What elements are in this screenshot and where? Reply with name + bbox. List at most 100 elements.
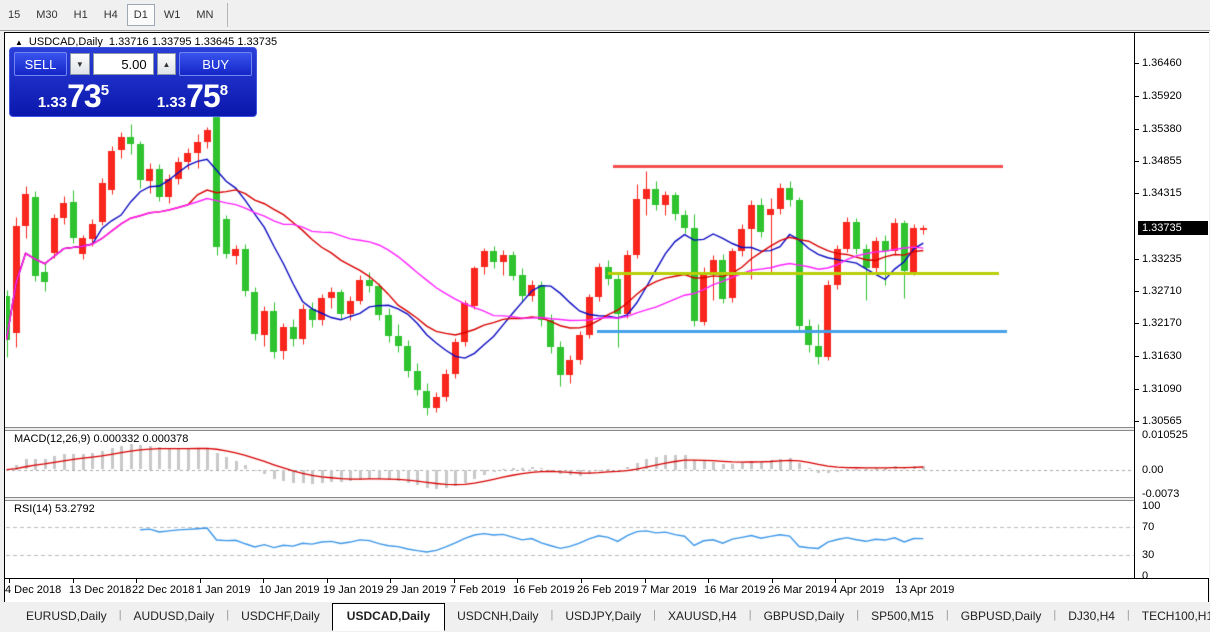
price-axis-tick	[1135, 96, 1139, 97]
rsi-indicator-label: RSI(14) 53.2792	[14, 503, 95, 515]
price-axis-tick	[1135, 291, 1139, 292]
price-axis-tick	[1135, 421, 1139, 422]
price-axis-label: 1.35920	[1142, 90, 1182, 102]
date-axis-tick	[136, 579, 137, 583]
price-axis-label: 1.35380	[1142, 123, 1182, 135]
chart-tab-tech100-h1[interactable]: TECH100,H1	[1130, 605, 1210, 628]
chart-tab-eurusd-daily[interactable]: EURUSD,Daily	[14, 605, 119, 628]
price-axis-label: 1.31630	[1142, 350, 1182, 362]
price-axis-tick	[1135, 259, 1139, 260]
timeframe-button-15[interactable]: 15	[1, 4, 27, 26]
toolbar-divider	[227, 3, 228, 27]
buy-price-display[interactable]: 1.33 75 8	[133, 77, 252, 115]
date-axis[interactable]: 4 Dec 2018 13 Dec 201822 Dec 20181 Jan 20…	[5, 579, 1208, 602]
price-axis-label: 1.34855	[1142, 155, 1182, 167]
chart-tab-gbpusd-daily[interactable]: GBPUSD,Daily	[752, 605, 857, 628]
chart-tab-bar: EURUSD,Daily|AUDUSD,Daily|USDCHF,DailyUS…	[0, 603, 1210, 632]
timeframe-button-m30[interactable]: M30	[29, 4, 64, 26]
chart-tab-usdcnh-daily[interactable]: USDCNH,Daily	[445, 605, 550, 628]
price-axis[interactable]: 1.364601.359201.353801.348551.343151.332…	[1135, 33, 1209, 578]
sell-button[interactable]: SELL	[14, 52, 67, 76]
price-axis-tick	[1135, 129, 1139, 130]
timeframe-buttons: 15M30H1H4D1W1MN	[0, 4, 221, 26]
price-axis-tick	[1135, 389, 1139, 390]
date-axis-label: 4 Apr 2019	[831, 584, 884, 596]
date-axis-tick	[835, 579, 836, 583]
date-axis-label: 7 Feb 2019	[450, 584, 506, 596]
date-axis-tick	[772, 579, 773, 583]
chart-tab-usdjpy-daily[interactable]: USDJPY,Daily	[553, 605, 653, 628]
macd-axis-label: -0.0073	[1142, 488, 1179, 500]
macd-value-signal: 0.000378	[142, 433, 188, 445]
buy-price-point: 8	[220, 83, 228, 98]
price-axis-tick	[1135, 323, 1139, 324]
price-axis-label: 1.32710	[1142, 285, 1182, 297]
date-axis-tick	[708, 579, 709, 583]
chart-tab-gbpusd-daily[interactable]: GBPUSD,Daily	[949, 605, 1054, 628]
volume-increase-button[interactable]: ▲	[157, 53, 177, 75]
date-axis-label: 16 Feb 2019	[513, 584, 575, 596]
date-axis-label: 4 Dec 2018	[5, 584, 61, 596]
macd-name: MACD(12,26,9)	[14, 433, 90, 445]
date-axis-label: 22 Dec 2018	[132, 584, 194, 596]
chart-tab-audusd-daily[interactable]: AUDUSD,Daily	[122, 605, 227, 628]
date-axis-tick	[9, 579, 10, 583]
price-axis-label: 1.31090	[1142, 383, 1182, 395]
one-click-trading-panel: SELL ▼ ▲ BUY 1.33 73 5 1.33 75 8	[9, 47, 257, 117]
rsi-axis-label: 70	[1142, 521, 1154, 533]
date-axis-label: 26 Feb 2019	[577, 584, 639, 596]
date-axis-label: 10 Jan 2019	[259, 584, 320, 596]
price-axis-tick	[1135, 63, 1139, 64]
rsi-axis-label: 30	[1142, 549, 1154, 561]
rsi-axis-label: 100	[1142, 500, 1160, 512]
sell-price-display[interactable]: 1.33 73 5	[14, 77, 133, 115]
arrow-down-icon: ▼	[76, 60, 84, 69]
price-axis-tick	[1135, 356, 1139, 357]
sell-price-point: 5	[101, 83, 109, 98]
macd-axis-label: 0.00	[1142, 464, 1163, 476]
timeframe-button-mn[interactable]: MN	[189, 4, 220, 26]
macd-value-main: 0.000332	[93, 433, 139, 445]
date-axis-tick	[645, 579, 646, 583]
sell-price-prefix: 1.33	[38, 95, 67, 110]
date-axis-tick	[454, 579, 455, 583]
volume-box	[93, 53, 154, 75]
timeframe-button-d1[interactable]: D1	[127, 4, 155, 26]
chart-tab-sp500-m15[interactable]: SP500,M15	[859, 605, 946, 628]
date-axis-label: 7 Mar 2019	[641, 584, 697, 596]
date-axis-label: 26 Mar 2019	[768, 584, 830, 596]
date-axis-tick	[73, 579, 74, 583]
date-axis-tick	[327, 579, 328, 583]
date-axis-label: 16 Mar 2019	[704, 584, 766, 596]
collapse-triangle-icon[interactable]: ▲	[15, 38, 23, 47]
rsi-name: RSI(14)	[14, 503, 52, 515]
chart-tab-dj30-h4[interactable]: DJ30,H4	[1056, 605, 1127, 628]
volume-decrease-button[interactable]: ▼	[70, 53, 90, 75]
buy-button[interactable]: BUY	[179, 52, 252, 76]
chart-tab-xauusd-h4[interactable]: XAUUSD,H4	[656, 605, 749, 628]
price-axis-tick	[1135, 193, 1139, 194]
date-axis-label: 29 Jan 2019	[386, 584, 447, 596]
chart-tab-usdcad-daily[interactable]: USDCAD,Daily	[332, 603, 445, 631]
price-axis-label: 1.34315	[1142, 187, 1182, 199]
chart-tab-usdchf-daily[interactable]: USDCHF,Daily	[229, 605, 332, 628]
date-axis-label: 13 Dec 2018	[69, 584, 131, 596]
macd-indicator-label: MACD(12,26,9) 0.000332 0.000378	[14, 433, 188, 445]
current-price-tag: 1.33735	[1138, 221, 1208, 235]
buy-price-prefix: 1.33	[157, 95, 186, 110]
timeframe-button-h1[interactable]: H1	[67, 4, 95, 26]
rsi-chart-canvas[interactable]	[6, 501, 1134, 577]
volume-input[interactable]	[94, 54, 153, 74]
rsi-value: 53.2792	[55, 503, 95, 515]
price-axis-label: 1.30565	[1142, 415, 1182, 427]
chart-window: ▲ USDCAD,Daily 1.33716 1.33795 1.33645 1…	[4, 32, 1209, 602]
date-axis-label: 1 Jan 2019	[196, 584, 250, 596]
price-axis-label: 1.36460	[1142, 57, 1182, 69]
date-axis-tick	[581, 579, 582, 583]
timeframe-button-w1[interactable]: W1	[157, 4, 188, 26]
buy-price-pips: 75	[186, 80, 220, 112]
date-axis-tick	[263, 579, 264, 583]
timeframe-button-h4[interactable]: H4	[97, 4, 125, 26]
date-axis-label: 13 Apr 2019	[895, 584, 954, 596]
timeframe-toolbar: 15M30H1H4D1W1MN	[0, 0, 1210, 31]
